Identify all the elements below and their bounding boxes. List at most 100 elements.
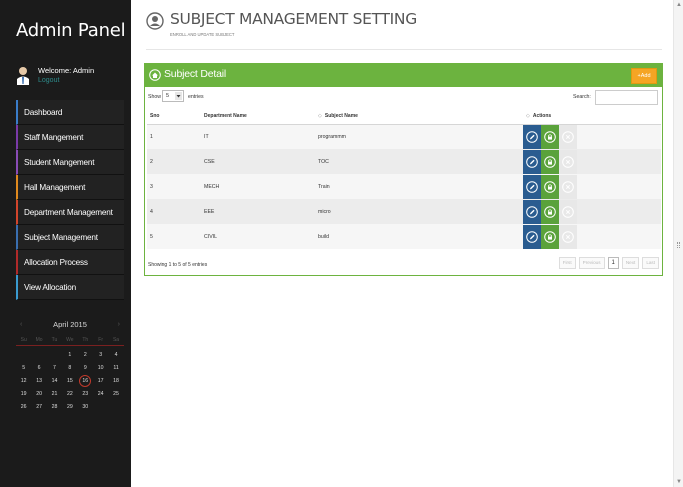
table-info: Showing 1 to 5 of 5 entries [148, 262, 208, 268]
pager-current[interactable]: 1 [607, 257, 619, 269]
scroll-down-icon[interactable]: ▼ [676, 479, 682, 485]
calendar-day[interactable]: 8 [62, 362, 77, 375]
sort-icon: ◇ [318, 113, 322, 120]
cell-actions [523, 199, 661, 224]
calendar-next-button[interactable]: › [118, 318, 120, 332]
sidebar-item-dashboard[interactable]: Dashboard [16, 100, 124, 125]
calendar-day[interactable]: 26 [16, 401, 31, 414]
calendar-day[interactable]: 18 [108, 375, 123, 388]
calendar-day[interactable]: 2 [78, 349, 93, 362]
calendar-day[interactable]: 4 [108, 349, 123, 362]
calendar-day[interactable]: 17 [93, 375, 108, 388]
lock-button[interactable] [541, 149, 559, 174]
sidebar-item-department[interactable]: Department Management [16, 200, 124, 225]
column-header-department[interactable]: Department Name [201, 109, 315, 125]
calendar-day[interactable]: 13 [31, 375, 46, 388]
calendar-prev-button[interactable]: ‹ [20, 318, 22, 332]
calendar-day[interactable]: 10 [93, 362, 108, 375]
sidebar: Admin Panel Welcome: Admin Logout Dashbo… [0, 0, 131, 487]
calendar: ‹ April 2015 › Su Mo Tu We Th Fr Sa 1234567891… [16, 318, 124, 414]
sort-icon: ◇ [526, 113, 530, 120]
calendar-day[interactable]: 28 [47, 401, 62, 414]
calendar-day[interactable]: 3 [93, 349, 108, 362]
edit-button[interactable] [523, 174, 541, 199]
sidebar-item-view-allocation[interactable]: View Allocation [16, 275, 124, 300]
add-subject-button[interactable]: +Add [631, 68, 657, 84]
calendar-day[interactable]: 21 [47, 388, 62, 401]
delete-button[interactable] [559, 124, 577, 149]
search-input[interactable] [595, 90, 658, 105]
edit-button[interactable] [523, 224, 541, 249]
subject-table: Sno Department Name ◇ Subject Name ◇ Actio… [147, 109, 661, 249]
column-header-actions[interactable]: ◇ Actions [523, 109, 661, 125]
calendar-day[interactable]: 25 [108, 388, 123, 401]
calendar-weekday: Mo [35, 337, 43, 343]
calendar-day[interactable]: 14 [47, 375, 62, 388]
entries-label: entries [188, 94, 204, 100]
calendar-day[interactable]: 20 [31, 388, 46, 401]
lock-button[interactable] [541, 124, 559, 149]
edit-button[interactable] [523, 199, 541, 224]
logout-link[interactable]: Logout [38, 77, 59, 84]
lock-button[interactable] [541, 199, 559, 224]
pager-previous[interactable]: Previous [578, 257, 605, 269]
cell-department: EEE [201, 199, 315, 224]
calendar-empty-cell [31, 349, 46, 362]
page-scrollbar[interactable]: ▲ ▼ [673, 0, 683, 487]
calendar-day[interactable]: 7 [47, 362, 62, 375]
calendar-day[interactable]: 11 [108, 362, 123, 375]
delete-button[interactable] [559, 224, 577, 249]
sidebar-item-allocation[interactable]: Allocation Process [16, 250, 124, 275]
sidebar-nav: Dashboard Staff Mangement Student Mangem… [16, 100, 124, 300]
calendar-weekday: Th [82, 337, 89, 343]
welcome-block: Welcome: Admin Logout [16, 65, 126, 91]
calendar-day[interactable]: 6 [31, 362, 46, 375]
cell-subject: programmm [315, 124, 523, 149]
panel-header: Subject Detail +Add [145, 64, 662, 87]
table-row: 1 IT programmm [147, 124, 661, 149]
calendar-day[interactable]: 27 [31, 401, 46, 414]
calendar-day[interactable]: 24 [93, 388, 108, 401]
calendar-day[interactable]: 23 [78, 388, 93, 401]
calendar-day[interactable]: 9 [78, 362, 93, 375]
table-controls: Show 5 entries Search: [145, 87, 662, 109]
calendar-day[interactable]: 29 [62, 401, 77, 414]
calendar-weekdays: Su Mo Tu We Th Fr Sa [16, 334, 124, 346]
delete-button[interactable] [559, 149, 577, 174]
page-subtitle: ENROLL AND UPDATE SUBJECT [170, 32, 235, 37]
table-row: 3 MECH Train [147, 174, 661, 199]
calendar-day[interactable]: 19 [16, 388, 31, 401]
delete-button[interactable] [559, 199, 577, 224]
calendar-day[interactable]: 1 [62, 349, 77, 362]
column-header-sno[interactable]: Sno [147, 109, 201, 125]
sidebar-item-hall[interactable]: Hall Management [16, 175, 124, 200]
cell-sno: 4 [147, 199, 201, 224]
delete-button[interactable] [559, 174, 577, 199]
table-row: 4 EEE micro [147, 199, 661, 224]
calendar-day[interactable]: 5 [16, 362, 31, 375]
pager-last[interactable]: Last [642, 257, 659, 269]
page-length-value: 5 [166, 93, 170, 99]
pager-first[interactable]: First [558, 257, 576, 269]
sidebar-item-student[interactable]: Student Mangement [16, 150, 124, 175]
calendar-day[interactable]: 30 [78, 401, 93, 414]
brand-title: Admin Panel [16, 20, 126, 41]
calendar-day[interactable]: 12 [16, 375, 31, 388]
calendar-day[interactable]: 22 [62, 388, 77, 401]
sidebar-item-subject[interactable]: Subject Management [16, 225, 124, 250]
scroll-up-icon[interactable]: ▲ [676, 2, 682, 8]
cell-department: CIVIL [201, 224, 315, 249]
scroll-grip[interactable] [677, 242, 680, 248]
lock-button[interactable] [541, 174, 559, 199]
cell-department: MECH [201, 174, 315, 199]
column-header-subject[interactable]: ◇ Subject Name [315, 109, 523, 125]
sidebar-item-staff[interactable]: Staff Mangement [16, 125, 124, 150]
calendar-day-today[interactable]: 16 [78, 375, 93, 388]
calendar-day[interactable]: 15 [62, 375, 77, 388]
cell-actions [523, 149, 661, 174]
edit-button[interactable] [523, 124, 541, 149]
pager-next[interactable]: Next [621, 257, 640, 269]
page-length-select[interactable]: 5 [162, 90, 184, 102]
edit-button[interactable] [523, 149, 541, 174]
lock-button[interactable] [541, 224, 559, 249]
